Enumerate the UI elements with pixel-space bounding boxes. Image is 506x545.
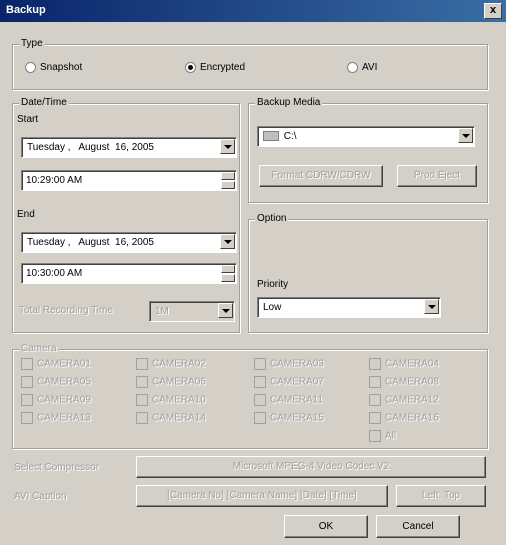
end-time: 10:30:00 AM	[26, 268, 83, 279]
type-group: Type Snapshot Encrypted AVI	[12, 38, 488, 90]
radio-avi-label: AVI	[362, 62, 378, 74]
compressor-button[interactable]: Microsoft MPEG-4 Video Codec V2	[136, 456, 486, 478]
camera-checkbox[interactable]: CAMERA16	[369, 412, 439, 424]
camera-checkbox[interactable]: CAMERA13	[21, 412, 91, 424]
total-recording-select[interactable]: 1M	[149, 301, 235, 322]
caption-label: AVI Caption	[14, 491, 67, 502]
chevron-down-icon[interactable]	[220, 234, 235, 249]
camera-checkbox[interactable]: CAMERA06	[136, 376, 206, 388]
camera-checkbox[interactable]: CAMERA10	[136, 394, 206, 406]
caption-position-button[interactable]: Left, Top	[396, 485, 486, 507]
close-button[interactable]: x	[484, 3, 502, 19]
drive-value: C:\	[283, 131, 297, 142]
end-time-field[interactable]: 10:30:00 AM	[21, 263, 237, 284]
format-button[interactable]: Format CDRW/CDRW	[259, 165, 383, 187]
camera-checkbox[interactable]: CAMERA04	[369, 358, 439, 370]
type-legend: Type	[19, 38, 45, 49]
camera-group: Camera CAMERA01 CAMERA02 CAMERA03 CAMERA…	[12, 343, 488, 449]
camera-checkbox[interactable]: CAMERA08	[369, 376, 439, 388]
option-group: Option Priority Low	[248, 213, 488, 333]
camera-checkbox[interactable]: CAMERA14	[136, 412, 206, 424]
radio-encrypted-circle[interactable]	[185, 62, 196, 73]
end-month: August	[78, 237, 110, 248]
radio-snapshot[interactable]: Snapshot	[25, 62, 82, 73]
backup-media-group: Backup Media C:\ Format CDRW/CDRW Prod E…	[248, 97, 488, 203]
camera-checkbox[interactable]: CAMERA15	[254, 412, 324, 424]
window-title: Backup	[6, 4, 46, 16]
spin-up-icon[interactable]	[221, 172, 235, 180]
camera-checkbox[interactable]: CAMERA09	[21, 394, 91, 406]
title-bar: Backup x	[0, 0, 506, 22]
drive-select[interactable]: C:\	[257, 126, 475, 147]
camera-checkbox[interactable]: CAMERA12	[369, 394, 439, 406]
eject-button[interactable]: Prod Eject	[397, 165, 477, 187]
total-recording-label: Total Recording Time	[19, 305, 113, 316]
radio-snapshot-label: Snapshot	[40, 62, 83, 74]
chevron-down-icon[interactable]	[424, 299, 439, 314]
priority-value: Low	[263, 302, 282, 313]
chevron-down-icon[interactable]	[220, 139, 235, 154]
start-date-picker[interactable]: Tuesday , August 16, 2005	[21, 137, 237, 158]
end-label: End	[17, 209, 35, 220]
end-date-picker[interactable]: Tuesday , August 16, 2005	[21, 232, 237, 253]
camera-checkbox[interactable]: CAMERA01	[21, 358, 91, 370]
camera-checkbox[interactable]: CAMERA11	[254, 394, 323, 406]
radio-avi-circle[interactable]	[347, 62, 358, 73]
option-legend: Option	[255, 213, 289, 224]
end-day: Tuesday	[27, 237, 65, 248]
cancel-button[interactable]: Cancel	[376, 515, 460, 538]
compressor-label: Select Compressor	[14, 462, 100, 473]
ok-button[interactable]: OK	[284, 515, 368, 538]
backup-media-legend: Backup Media	[255, 97, 323, 108]
priority-select[interactable]: Low	[257, 297, 441, 318]
camera-checkbox[interactable]: CAMERA05	[21, 376, 91, 388]
start-date: 16, 2005	[115, 142, 154, 153]
backup-dialog: Backup x Type Snapshot Encrypted AVI Dat…	[0, 0, 506, 545]
start-day: Tuesday	[27, 142, 65, 153]
priority-label: Priority	[257, 279, 289, 290]
camera-checkbox[interactable]: CAMERA02	[136, 358, 206, 370]
spin-down-icon[interactable]	[221, 274, 235, 282]
camera-checkbox[interactable]: CAMERA07	[254, 376, 324, 388]
radio-encrypted-label: Encrypted	[200, 62, 246, 74]
chevron-down-icon[interactable]	[218, 303, 233, 318]
spin-up-icon[interactable]	[221, 265, 235, 273]
start-time-field[interactable]: 10:29:00 AM	[21, 170, 237, 191]
radio-avi[interactable]: AVI	[347, 62, 377, 73]
radio-snapshot-circle[interactable]	[25, 62, 36, 73]
total-recording-value: 1M	[155, 306, 169, 317]
chevron-down-icon[interactable]	[458, 128, 473, 143]
end-date: 16, 2005	[115, 237, 154, 248]
drive-icon	[263, 131, 279, 142]
caption-button[interactable]: [Camera No] [Camera Name] [Date] [Time]	[136, 485, 388, 507]
spin-down-icon[interactable]	[221, 181, 235, 189]
start-label: Start	[17, 114, 39, 125]
camera-all-checkbox[interactable]: All	[369, 430, 396, 442]
start-month: August	[78, 142, 110, 153]
camera-checkbox[interactable]: CAMERA03	[254, 358, 324, 370]
start-time: 10:29:00 AM	[26, 175, 83, 186]
datetime-group: Date/Time Start Tuesday , August 16, 200…	[12, 97, 240, 333]
radio-encrypted[interactable]: Encrypted	[185, 62, 245, 73]
camera-legend: Camera	[19, 343, 59, 354]
datetime-legend: Date/Time	[19, 97, 69, 108]
